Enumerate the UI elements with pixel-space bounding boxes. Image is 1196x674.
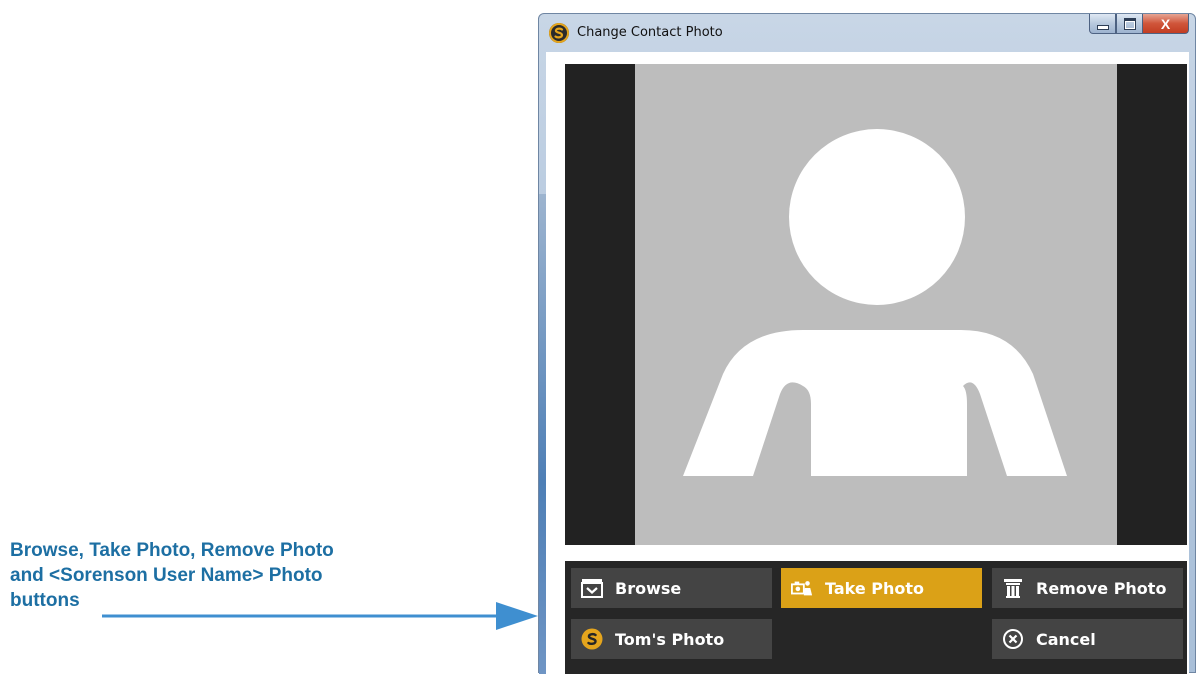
minimize-icon: [1096, 25, 1109, 30]
photo-action-panel: Browse Take Photo Remove Photo Tom's Pho…: [565, 561, 1187, 674]
browse-button[interactable]: Browse: [571, 568, 772, 608]
annotation-line-2: and <Sorenson User Name> Photo: [10, 565, 323, 586]
maximize-button[interactable]: [1116, 14, 1143, 34]
person-silhouette-icon: [683, 129, 1067, 476]
user-photo-button[interactable]: Tom's Photo: [571, 619, 772, 659]
dialog-client-area: Browse Take Photo Remove Photo Tom's Pho…: [546, 52, 1189, 674]
photo-preview: [565, 64, 1187, 545]
window-left-edge: [539, 194, 546, 674]
browse-label: Browse: [615, 578, 682, 598]
sorenson-logo-icon: [581, 628, 603, 650]
circle-x-icon: [1002, 628, 1024, 650]
close-button[interactable]: X: [1143, 14, 1189, 34]
take-photo-label: Take Photo: [825, 578, 925, 598]
annotation-arrow: [102, 602, 538, 630]
window-titlebar[interactable]: Change Contact Photo X: [539, 14, 1195, 52]
minimize-button[interactable]: [1089, 14, 1116, 34]
annotation-line-1: Browse, Take Photo, Remove Photo: [10, 540, 334, 561]
close-icon: X: [1160, 15, 1171, 32]
remove-photo-button[interactable]: Remove Photo: [992, 568, 1183, 608]
take-photo-button[interactable]: Take Photo: [781, 568, 982, 608]
remove-photo-label: Remove Photo: [1036, 578, 1167, 598]
folder-image-icon: [581, 577, 603, 599]
cancel-label: Cancel: [1036, 629, 1096, 649]
camera-person-icon: [791, 577, 813, 599]
placeholder-background: [635, 64, 1117, 545]
window-title: Change Contact Photo: [577, 25, 723, 40]
change-contact-photo-window: Change Contact Photo X Browse Take Photo…: [538, 13, 1196, 674]
user-photo-label: Tom's Photo: [615, 629, 725, 649]
maximize-icon: [1123, 17, 1136, 30]
cancel-button[interactable]: Cancel: [992, 619, 1183, 659]
sorenson-logo-icon: [549, 23, 569, 43]
trash-icon: [1002, 577, 1024, 599]
caption-buttons: X: [1089, 14, 1189, 36]
